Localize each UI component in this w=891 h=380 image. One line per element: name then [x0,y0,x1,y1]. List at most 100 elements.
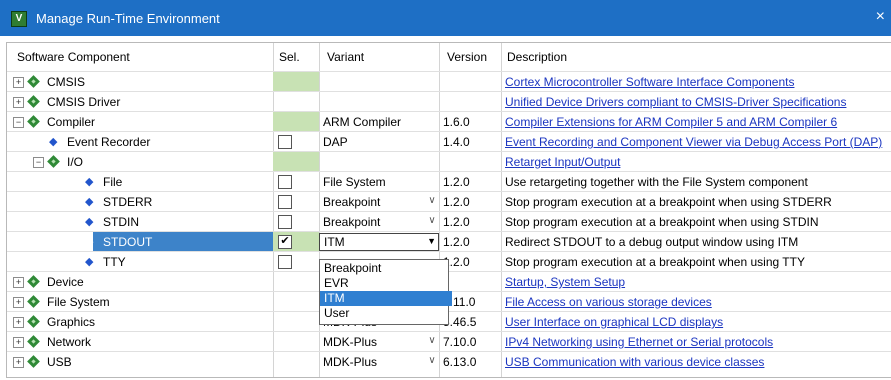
version-value: 1.4.0 [443,135,470,149]
table-row[interactable]: − Compiler ARM Compiler 1.6.0 Compiler E… [7,111,891,132]
description-link[interactable]: IPv4 Networking using Ethernet or Serial… [505,335,773,349]
component-name: STDOUT [103,235,153,249]
collapse-icon[interactable]: − [13,117,24,128]
green-diamond-icon [27,295,40,308]
expand-icon[interactable]: + [13,357,24,368]
blue-pin-icon: ◆ [85,216,94,228]
variant-value: Breakpoint [323,195,381,209]
header-variant[interactable]: Variant [327,43,364,71]
description-link[interactable]: Startup, System Setup [505,275,625,289]
checkbox-checked[interactable]: ✔ [278,235,292,249]
header-software-component[interactable]: Software Component [17,43,130,71]
description-link[interactable]: Cortex Microcontroller Software Interfac… [505,75,794,89]
green-diamond-icon [47,155,60,168]
chevron-down-icon[interactable]: ∨ [425,335,439,349]
checkbox[interactable] [278,195,292,209]
selection-cell[interactable] [273,172,319,192]
variant-dropdown-list: Breakpoint EVR ITM User [319,259,452,325]
version-value: 1.6.0 [443,115,470,129]
description-link[interactable]: Unified Device Drivers compliant to CMSI… [505,95,846,109]
green-diamond-icon [27,95,40,108]
table-row-selected[interactable]: ◆ STDOUT ✔ ITM ▼ 1.2.0 Redirect STDOUT t… [7,231,891,252]
table-row[interactable]: + CMSIS Cortex Microcontroller Software … [7,71,891,92]
selection-cell[interactable] [273,132,319,152]
table-row[interactable]: ◆ STDIN Breakpoint ∨ 1.2.0 Stop program … [7,211,891,232]
title-bar: V Manage Run-Time Environment × [0,0,891,36]
header-sel[interactable]: Sel. [279,43,300,71]
table-row[interactable]: + USB MDK-Plus ∨ 6.13.0 USB Communicatio… [7,351,891,372]
table-row[interactable]: + Network MDK-Plus ∨ 7.10.0 IPv4 Network… [7,331,891,352]
close-icon[interactable]: × [876,8,885,26]
green-diamond-icon [27,315,40,328]
table-row[interactable]: + CMSIS Driver Unified Device Drivers co… [7,91,891,112]
selection-cell[interactable] [273,112,319,132]
version-value: 1.2.0 [443,215,470,229]
selection-cell[interactable] [273,252,319,272]
component-name: File System [47,295,110,309]
component-name: Compiler [47,115,96,129]
checkbox[interactable] [278,175,292,189]
table-row[interactable]: ◆ Event Recorder DAP 1.4.0 Event Recordi… [7,131,891,152]
dropdown-option-itm[interactable]: ITM [320,291,452,306]
selection-cell[interactable] [273,152,319,172]
component-name: Network [47,335,92,349]
expand-icon[interactable]: + [13,297,24,308]
description-text: Stop program execution at a breakpoint w… [505,255,805,269]
version-value: 6.13.0 [443,355,477,369]
checkbox[interactable] [278,135,292,149]
table-row[interactable]: ◆ File File System 1.2.0 Use retargeting… [7,171,891,192]
dropdown-option-user[interactable]: User [320,306,452,321]
expand-icon[interactable]: + [13,317,24,328]
variant-value: File System [323,175,386,189]
variant-value: MDK-Plus [323,355,378,369]
description-text: Stop program execution at a breakpoint w… [505,195,832,209]
selection-cell[interactable]: ✔ [273,232,319,252]
variant-combobox[interactable]: ITM ▼ [319,233,439,251]
variant-value: DAP [323,135,348,149]
selection-cell[interactable] [273,192,319,212]
dropdown-option-breakpoint[interactable]: Breakpoint [320,261,452,276]
description-link[interactable]: Event Recording and Component Viewer via… [505,135,882,149]
window-title: Manage Run-Time Environment [36,11,220,26]
component-name: STDERR [103,195,153,209]
chevron-down-icon[interactable]: ∨ [425,195,439,209]
checkbox[interactable] [278,215,292,229]
green-diamond-icon [27,115,40,128]
expand-icon[interactable]: + [13,277,24,288]
dropdown-option-evr[interactable]: EVR [320,276,452,291]
checkbox[interactable] [278,255,292,269]
green-diamond-icon [27,75,40,88]
description-link[interactable]: USB Communication with various device cl… [505,355,764,369]
component-name: USB [47,355,72,369]
blue-pin-icon: ◆ [85,196,94,208]
blue-pin-icon: ◆ [85,236,94,248]
variant-value: ARM Compiler [323,115,402,129]
selection-cell[interactable] [273,212,319,232]
blue-pin-icon: ◆ [85,256,94,268]
expand-icon[interactable]: + [13,77,24,88]
green-diamond-icon [27,335,40,348]
description-link[interactable]: Compiler Extensions for ARM Compiler 5 a… [505,115,837,129]
collapse-icon[interactable]: − [33,157,44,168]
expand-icon[interactable]: + [13,337,24,348]
green-diamond-icon [27,355,40,368]
description-link[interactable]: File Access on various storage devices [505,295,712,309]
green-diamond-icon [27,275,40,288]
component-name: STDIN [103,215,139,229]
version-value: 1.2.0 [443,195,470,209]
description-link[interactable]: Retarget Input/Output [505,155,620,169]
table-row[interactable]: − I/O Retarget Input/Output [7,151,891,172]
dropdown-arrow-icon[interactable]: ▼ [427,236,436,246]
component-name: CMSIS [47,75,86,89]
table-row[interactable]: ◆ STDERR Breakpoint ∨ 1.2.0 Stop program… [7,191,891,212]
component-name: Graphics [47,315,96,329]
chevron-down-icon[interactable]: ∨ [425,355,439,369]
chevron-down-icon[interactable]: ∨ [425,215,439,229]
blue-pin-icon: ◆ [85,176,94,188]
expand-icon[interactable]: + [13,97,24,108]
component-name: Event Recorder [67,135,151,149]
selection-cell[interactable] [273,72,319,92]
header-version[interactable]: Version [447,43,487,71]
header-description[interactable]: Description [507,43,567,71]
description-link[interactable]: User Interface on graphical LCD displays [505,315,723,329]
